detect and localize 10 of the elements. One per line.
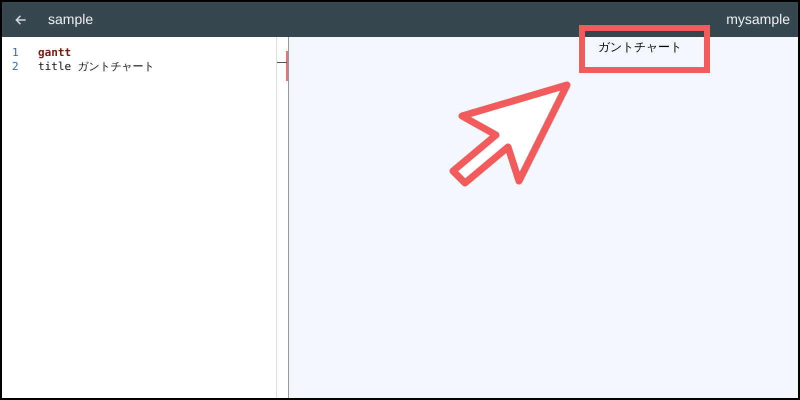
page-title: sample (48, 10, 94, 29)
chart-title: ガントチャート (598, 39, 682, 56)
project-name: mysample (726, 10, 790, 29)
code-text: title ガントチャート (38, 60, 155, 74)
back-arrow-icon[interactable] (14, 12, 28, 26)
cursor-marker (277, 62, 287, 63)
code-text: gantt (38, 46, 72, 60)
line-number: 1 (11, 46, 20, 60)
line-number: 2 (11, 60, 20, 74)
scroll-marker (286, 51, 288, 81)
